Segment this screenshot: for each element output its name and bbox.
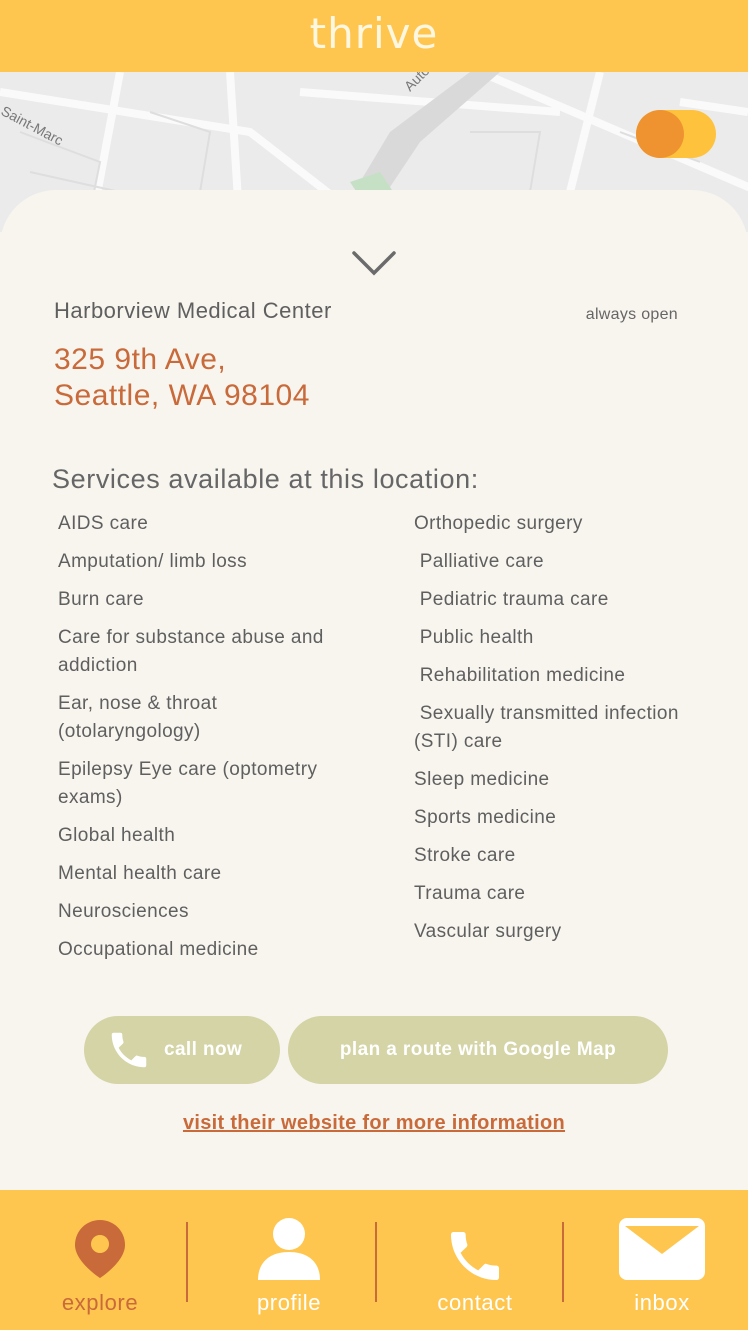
service-item: Neurosciences [58, 901, 189, 922]
service-item: Sleep medicine [414, 769, 550, 790]
chevron-down-icon[interactable] [352, 250, 396, 278]
bottom-nav: explore profile contact inbox [0, 1190, 748, 1330]
envelope-icon [619, 1218, 705, 1280]
action-buttons: call now plan a route with Google Map [84, 1016, 668, 1084]
service-item: AIDS care [58, 513, 149, 534]
service-item: Sexually transmitted infection (STI) car… [414, 703, 685, 752]
call-now-label: call now [164, 1039, 243, 1060]
map-toggle[interactable] [636, 110, 716, 158]
service-item: Occupational medicine [58, 939, 259, 960]
service-item: Sports medicine [414, 807, 557, 828]
nav-explore[interactable]: explore [30, 1190, 170, 1330]
nav-contact[interactable]: contact [405, 1190, 545, 1330]
service-item: Epilepsy Eye care (optometry exams) [58, 759, 318, 808]
nav-divider [375, 1222, 377, 1302]
service-item: Ear, nose & throat (otolaryngology) [58, 693, 218, 742]
nav-profile-label: profile [256, 1290, 322, 1315]
toggle-knob [636, 110, 684, 158]
service-item: Burn care [58, 589, 144, 610]
nav-inbox-label: inbox [634, 1290, 690, 1315]
service-item: Orthopedic surgery [414, 513, 583, 534]
service-item: Rehabilitation medicine [414, 665, 626, 686]
plan-route-label: plan a route with Google Map [339, 1039, 617, 1060]
person-icon [258, 1218, 320, 1280]
hours-label: always open [585, 306, 678, 323]
services-list-right: Orthopedic surgery Palliative care Pedia… [414, 510, 704, 956]
service-item: Mental health care [58, 863, 222, 884]
address-line-2: Seattle, WA 98104 [54, 379, 310, 412]
phone-icon [111, 1032, 147, 1068]
service-item: Palliative care [414, 551, 544, 572]
nav-inbox[interactable]: inbox [592, 1190, 732, 1330]
nav-divider [186, 1222, 188, 1302]
location-pin-icon [75, 1220, 125, 1278]
nav-contact-label: contact [437, 1290, 513, 1315]
services-title: Services available at this location: [52, 464, 479, 494]
service-item: Trauma care [414, 883, 526, 904]
nav-profile[interactable]: profile [219, 1190, 359, 1330]
call-now-button[interactable]: call now [84, 1016, 280, 1084]
service-item: Vascular surgery [414, 921, 562, 942]
plan-route-button[interactable]: plan a route with Google Map [288, 1016, 668, 1084]
nav-divider [562, 1222, 564, 1302]
phone-icon [451, 1232, 499, 1280]
location-detail-sheet: Harborview Medical Center always open 32… [0, 190, 748, 1190]
app-header: thrive [0, 0, 748, 72]
services-list-left: AIDS care Amputation/ limb loss Burn car… [58, 510, 348, 974]
service-item: Care for substance abuse and addiction [58, 627, 324, 676]
location-address: 325 9th Ave, Seattle, WA 98104 [54, 342, 310, 414]
nav-explore-label: explore [61, 1290, 139, 1315]
service-item: Global health [58, 825, 176, 846]
service-item: Public health [414, 627, 534, 648]
service-item: Pediatric trauma care [414, 589, 609, 610]
location-name: Harborview Medical Center [54, 298, 332, 323]
website-link[interactable]: visit their website for more information [0, 1112, 748, 1135]
app-logo: thrive [309, 8, 439, 58]
service-item: Amputation/ limb loss [58, 551, 247, 572]
service-item: Stroke care [414, 845, 516, 866]
address-line-1: 325 9th Ave, [54, 343, 227, 376]
